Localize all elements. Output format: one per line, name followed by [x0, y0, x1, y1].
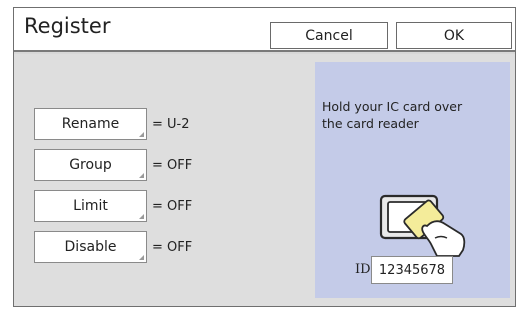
instruction-line-1: Hold your IC card over	[322, 99, 463, 114]
corner-mark-icon	[139, 214, 144, 219]
rename-value: = U-2	[152, 117, 190, 132]
corner-mark-icon	[139, 132, 144, 137]
instruction-line-2: the card reader	[322, 116, 419, 131]
ic-card-panel: Hold your IC card over the card reader I…	[315, 62, 510, 298]
disable-button-label: Disable	[64, 239, 117, 255]
ic-card-instruction: Hold your IC card over the card reader	[322, 98, 502, 132]
disable-button[interactable]: Disable	[34, 231, 147, 263]
group-value: = OFF	[152, 158, 193, 173]
register-dialog: Register Cancel OK Rename = U-2 Group = …	[13, 7, 516, 307]
id-label: ID	[355, 262, 371, 277]
limit-button-label: Limit	[73, 198, 108, 214]
ic-card-reader-icon	[379, 194, 466, 257]
dialog-header: Register Cancel OK	[14, 8, 515, 52]
cancel-button[interactable]: Cancel	[270, 22, 388, 49]
corner-mark-icon	[139, 255, 144, 260]
limit-button[interactable]: Limit	[34, 190, 147, 222]
corner-mark-icon	[139, 173, 144, 178]
id-field[interactable]: 12345678	[371, 256, 453, 284]
rename-button[interactable]: Rename	[34, 108, 147, 140]
disable-value: = OFF	[152, 240, 193, 255]
limit-value: = OFF	[152, 199, 193, 214]
group-button-label: Group	[69, 157, 112, 173]
dialog-body: Rename = U-2 Group = OFF Limit = OFF Dis…	[14, 54, 515, 306]
ok-button[interactable]: OK	[396, 22, 512, 49]
group-button[interactable]: Group	[34, 149, 147, 181]
dialog-title: Register	[24, 14, 111, 38]
rename-button-label: Rename	[61, 116, 120, 132]
